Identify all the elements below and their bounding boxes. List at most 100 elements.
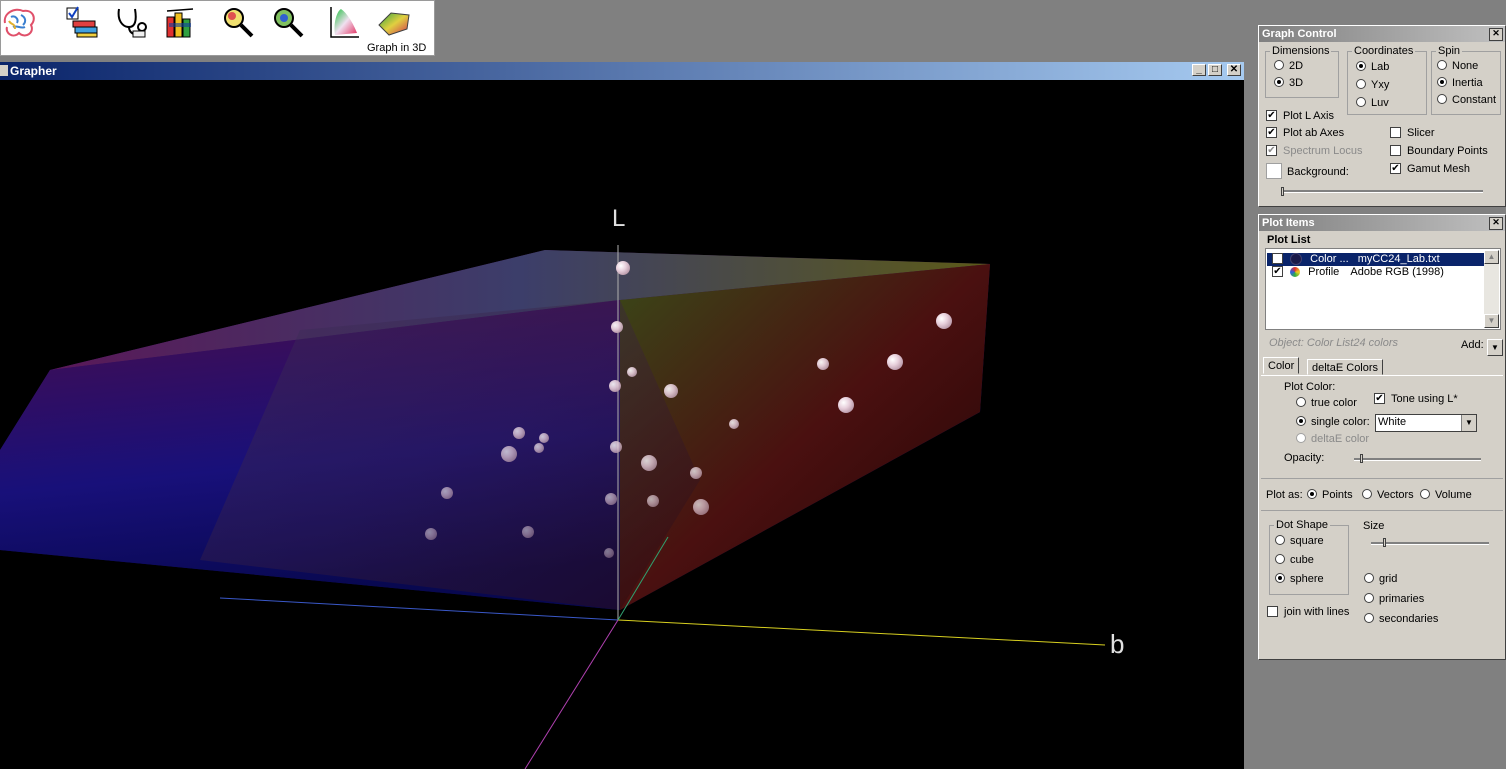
plot-list-scrollbar[interactable]: ▲ ▼	[1484, 250, 1499, 328]
graph-control-close-icon[interactable]: ✕	[1489, 28, 1503, 41]
color-point	[838, 397, 854, 413]
primaries-radio[interactable]: primaries	[1364, 593, 1424, 607]
graph-3d-viewport[interactable]: L b	[0, 80, 1244, 769]
graph-slider-track[interactable]	[1281, 190, 1483, 193]
spin-none-radio[interactable]: None	[1437, 60, 1478, 74]
coordinates-legend: Coordinates	[1354, 45, 1414, 57]
color-point	[693, 499, 709, 515]
grid-radio[interactable]: grid	[1364, 573, 1397, 587]
plot-as-volume-radio[interactable]: Volume	[1420, 489, 1472, 503]
radio-icon	[1296, 416, 1306, 427]
size-slider-track[interactable]	[1371, 542, 1489, 545]
magnifier-color-icon[interactable]	[221, 5, 255, 39]
window-gap	[1244, 62, 1258, 769]
plot-as-points-radio[interactable]: Points	[1307, 489, 1353, 503]
gamut-mesh-label: Gamut Mesh	[1407, 163, 1470, 175]
secondaries-label: secondaries	[1379, 613, 1439, 625]
radio-icon	[1437, 77, 1447, 88]
size-slider-thumb[interactable]	[1383, 538, 1386, 547]
secondaries-radio[interactable]: secondaries	[1364, 613, 1438, 627]
radio-icon	[1274, 60, 1284, 71]
plot-l-axis-checkbox[interactable]: Plot L Axis	[1266, 109, 1334, 124]
plot-ab-axes-checkbox[interactable]: Plot ab Axes	[1266, 126, 1344, 141]
scroll-down-icon[interactable]: ▼	[1484, 314, 1499, 328]
row-visible-checkbox[interactable]	[1272, 265, 1283, 277]
dot-shape-square-radio[interactable]: square	[1275, 535, 1324, 549]
dot-shape-sphere-radio[interactable]: sphere	[1275, 573, 1324, 587]
slicer-checkbox[interactable]: Slicer	[1390, 126, 1435, 141]
stethoscope-icon[interactable]	[115, 5, 149, 39]
plot-list-row[interactable]: Profile Adobe RGB (1998)	[1267, 265, 1487, 279]
magnifier-zoom-icon[interactable]	[271, 5, 305, 39]
row-visible-checkbox[interactable]	[1272, 252, 1283, 264]
join-with-lines-label: join with lines	[1284, 606, 1350, 618]
plot-list-heading: Plot List	[1267, 234, 1311, 246]
true-color-radio[interactable]: true color	[1296, 397, 1357, 411]
graph-control-title[interactable]: Graph Control ✕	[1259, 26, 1505, 42]
coordinates-yxy-label: Yxy	[1371, 79, 1390, 91]
spectrum-locus-checkbox: Spectrum Locus	[1266, 144, 1362, 159]
boundary-points-checkbox[interactable]: Boundary Points	[1390, 144, 1488, 159]
checkbox-icon	[1266, 109, 1277, 121]
profile-icon	[1290, 267, 1301, 278]
add-dropdown-icon[interactable]: ▼	[1487, 339, 1503, 356]
spin-constant-radio[interactable]: Constant	[1437, 94, 1496, 108]
single-color-value: White	[1378, 416, 1407, 428]
dimension-2d-radio[interactable]: 2D	[1274, 60, 1303, 74]
color-point	[690, 467, 702, 479]
dot-shape-cube-radio[interactable]: cube	[1275, 554, 1314, 568]
gamut-mesh-checkbox[interactable]: Gamut Mesh	[1390, 162, 1470, 177]
single-color-select[interactable]: White ▼	[1375, 414, 1477, 432]
chromaticity-diagram-icon[interactable]	[327, 5, 361, 39]
plot-as-vectors-label: Vectors	[1377, 489, 1414, 501]
color-point	[616, 261, 630, 275]
plot-items-close-icon[interactable]: ✕	[1489, 217, 1503, 230]
coordinates-yxy-radio[interactable]: Yxy	[1356, 79, 1389, 93]
background-color-swatch[interactable]	[1266, 163, 1282, 179]
tab-color[interactable]: Color	[1263, 357, 1300, 374]
spin-inertia-label: Inertia	[1452, 77, 1483, 89]
minimize-icon[interactable]: _	[1192, 64, 1206, 76]
single-color-radio[interactable]: single color:	[1296, 416, 1370, 430]
coordinates-luv-label: Luv	[1371, 97, 1389, 109]
checklist-icon[interactable]	[65, 5, 99, 39]
opacity-slider-track[interactable]	[1354, 458, 1481, 461]
l-axis-label: L	[612, 205, 625, 232]
plot-color-label: Plot Color:	[1284, 381, 1336, 393]
checkbox-icon	[1266, 126, 1277, 138]
plot-list[interactable]: Color ... myCC24_Lab.txt Profile Adobe R…	[1265, 248, 1501, 330]
color-list-icon	[1290, 253, 1303, 266]
dimension-3d-radio[interactable]: 3D	[1274, 77, 1303, 91]
checkbox-icon	[1390, 162, 1401, 174]
deltae-color-radio: deltaE color	[1296, 433, 1369, 447]
tone-using-l-checkbox[interactable]: Tone using L*	[1374, 392, 1458, 407]
plot-as-points-label: Points	[1322, 489, 1353, 501]
gamut-bars-icon[interactable]	[163, 5, 197, 39]
plot-as-vectors-radio[interactable]: Vectors	[1362, 489, 1414, 503]
join-with-lines-checkbox[interactable]: join with lines	[1267, 605, 1350, 620]
plot-list-row[interactable]: Color ... myCC24_Lab.txt	[1267, 252, 1487, 266]
close-icon[interactable]: ✕	[1227, 64, 1241, 76]
color-point	[887, 354, 903, 370]
color-point	[627, 367, 637, 377]
tab-deltae-colors[interactable]: deltaE Colors	[1307, 359, 1384, 375]
graph-control-title-text: Graph Control	[1262, 28, 1337, 40]
graph-3d-icon[interactable]	[377, 5, 411, 39]
radio-icon	[1437, 94, 1447, 105]
chevron-down-icon[interactable]: ▼	[1461, 415, 1476, 431]
coordinates-lab-radio[interactable]: Lab	[1356, 61, 1389, 75]
slicer-label: Slicer	[1407, 127, 1435, 139]
spin-inertia-radio[interactable]: Inertia	[1437, 77, 1483, 91]
window-menu-icon[interactable]	[0, 65, 8, 76]
maximize-icon[interactable]: □	[1208, 64, 1222, 76]
opacity-slider-thumb[interactable]	[1360, 454, 1363, 463]
plot-items-title[interactable]: Plot Items ✕	[1259, 215, 1505, 231]
coordinates-luv-radio[interactable]: Luv	[1356, 97, 1389, 111]
b-axis-pos-line	[617, 619, 1106, 646]
graph-slider-thumb[interactable]	[1281, 187, 1284, 196]
brain-app-icon[interactable]	[1, 5, 35, 39]
grapher-title-bar[interactable]: Grapher _ □ ✕	[0, 62, 1244, 80]
coordinates-lab-label: Lab	[1371, 61, 1390, 73]
scroll-up-icon[interactable]: ▲	[1484, 250, 1499, 264]
color-point	[501, 446, 517, 462]
